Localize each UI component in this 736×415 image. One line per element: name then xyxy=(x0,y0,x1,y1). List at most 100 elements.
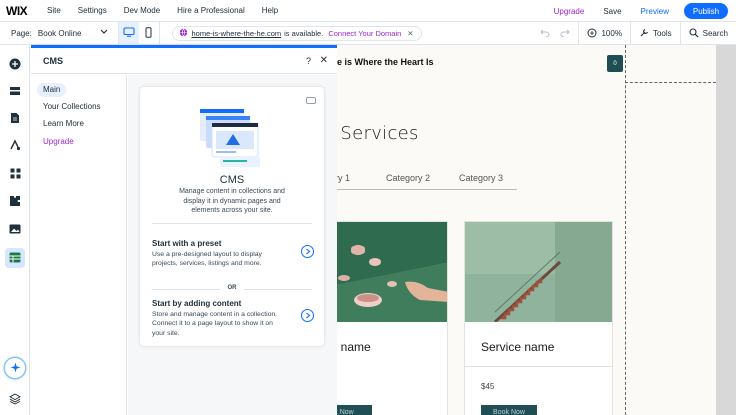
panel-nav: Main Your Collections Learn More Upgrade xyxy=(31,75,127,415)
panel-content: CMS Manage content in collections and di… xyxy=(128,75,337,415)
menu-hire-professional[interactable]: Hire a Professional xyxy=(177,6,245,15)
toolbar-right: 100% Tools Search xyxy=(532,22,736,45)
publish-button[interactable]: Publish xyxy=(684,3,728,19)
menu-site[interactable]: Site xyxy=(47,6,61,15)
url-bar[interactable]: home-is-where-the-he.com is available. C… xyxy=(171,25,422,41)
top-right-actions: Upgrade Save Preview Publish xyxy=(535,0,728,22)
design-button[interactable] xyxy=(5,136,25,156)
ai-assistant-button[interactable] xyxy=(5,358,25,378)
puzzle-icon xyxy=(9,195,21,209)
mobile-view-button[interactable] xyxy=(139,22,159,45)
mobile-icon xyxy=(145,26,152,40)
nav-upgrade[interactable]: Upgrade xyxy=(37,135,80,149)
add-section-button[interactable] xyxy=(5,82,25,102)
globe-icon xyxy=(179,28,188,39)
preset-option-title[interactable]: Start with a preset xyxy=(152,239,221,248)
desktop-view-button[interactable] xyxy=(118,21,139,45)
nav-learn-more[interactable]: Learn More xyxy=(37,117,90,131)
help-icon[interactable]: ? xyxy=(306,56,311,66)
close-icon[interactable]: ✕ xyxy=(407,29,413,38)
site-domain[interactable]: home-is-where-the-he.com xyxy=(192,29,282,38)
nav-your-collections[interactable]: Your Collections xyxy=(37,100,107,114)
video-icon[interactable] xyxy=(306,97,316,104)
undo-icon[interactable] xyxy=(540,29,550,39)
paint-icon xyxy=(9,139,21,153)
add-content-option-description: Store and manage content in a collection… xyxy=(152,311,278,337)
cart-count: 0 xyxy=(613,60,617,67)
category-tab-3[interactable]: Category 3 xyxy=(459,173,503,183)
site-title[interactable]: e is Where the Heart Is xyxy=(337,57,434,67)
zoom-control[interactable]: 100% xyxy=(578,22,629,45)
cart-icon[interactable]: 0 xyxy=(607,55,623,72)
upgrade-link[interactable]: Upgrade xyxy=(554,7,585,16)
service-price: $45 xyxy=(481,382,495,391)
redo-icon[interactable] xyxy=(560,29,571,39)
arrow-right-icon[interactable] xyxy=(301,245,314,258)
divider xyxy=(465,366,612,367)
page-label: Page: xyxy=(11,28,32,38)
layers-button[interactable] xyxy=(5,390,25,410)
cms-table-icon xyxy=(9,252,21,265)
service-name[interactable]: Service name xyxy=(481,340,554,354)
section-guide xyxy=(625,82,716,83)
pages-button[interactable] xyxy=(5,109,25,129)
menu-settings[interactable]: Settings xyxy=(78,6,107,15)
add-content-option-title[interactable]: Start by adding content xyxy=(152,299,241,308)
wix-logo[interactable]: WIX xyxy=(6,4,42,18)
page-toolbar: Page: Book Online home-is-where-the-he.c… xyxy=(0,21,736,45)
book-now-button[interactable]: Book Now xyxy=(481,405,537,415)
sections-icon xyxy=(9,86,21,98)
apps-button[interactable] xyxy=(5,164,25,184)
tools-icon xyxy=(639,28,649,40)
service-name[interactable]: vice name xyxy=(337,340,371,354)
save-button[interactable]: Save xyxy=(603,7,621,16)
search-icon xyxy=(689,27,699,40)
undo-redo xyxy=(532,22,578,45)
sparkle-icon xyxy=(10,362,21,375)
zoom-level: 100% xyxy=(601,29,622,38)
tools-button[interactable]: Tools xyxy=(629,22,680,45)
service-card[interactable]: vice name k Now xyxy=(337,221,448,415)
media-button[interactable] xyxy=(5,220,25,240)
services-heading[interactable]: ur Services xyxy=(337,123,419,144)
section-guide xyxy=(625,45,626,415)
book-now-button[interactable]: k Now xyxy=(337,405,372,415)
plus-circle-icon xyxy=(9,58,21,72)
or-label: OR xyxy=(227,285,237,291)
page-selector[interactable]: Book Online xyxy=(38,29,82,38)
search-label: Search xyxy=(702,29,728,38)
editor-canvas[interactable]: e is Where the Heart Is 0 ur Services go… xyxy=(337,45,736,415)
menu-help[interactable]: Help xyxy=(262,6,278,15)
chevron-down-icon[interactable] xyxy=(100,29,108,37)
apps-grid-icon xyxy=(10,168,21,181)
domain-status: is available. xyxy=(284,28,324,38)
connect-domain-link[interactable]: Connect Your Domain xyxy=(328,29,401,38)
card-description: Manage content in collections and displa… xyxy=(179,188,285,214)
panel-header: CMS ? ✕ xyxy=(31,48,337,74)
desktop-icon xyxy=(122,27,135,39)
preview-button[interactable]: Preview xyxy=(641,7,669,16)
category-tab-1[interactable]: gory 1 xyxy=(337,173,350,183)
site-page[interactable]: e is Where the Heart Is 0 ur Services go… xyxy=(337,45,716,415)
cms-intro-card: CMS Manage content in collections and di… xyxy=(140,87,324,346)
arrow-right-icon[interactable] xyxy=(301,309,314,322)
nav-main[interactable]: Main xyxy=(37,83,67,97)
divider xyxy=(152,223,312,224)
close-icon[interactable]: ✕ xyxy=(320,55,328,66)
business-apps-button[interactable] xyxy=(5,192,25,212)
canvas-margin xyxy=(716,45,736,415)
or-separator: OR xyxy=(152,285,312,293)
menu-dev-mode[interactable]: Dev Mode xyxy=(124,6,160,15)
page-icon xyxy=(10,112,20,126)
cms-illustration xyxy=(200,109,260,167)
add-elements-button[interactable] xyxy=(5,55,25,75)
cms-panel: CMS ? ✕ Main Your Collections Learn More… xyxy=(31,45,337,415)
category-underline xyxy=(337,189,517,190)
category-tab-2[interactable]: Category 2 xyxy=(386,173,430,183)
search-button[interactable]: Search xyxy=(679,22,736,45)
service-card[interactable]: Service name $45 Book Now xyxy=(464,221,613,415)
panel-title: CMS xyxy=(43,55,63,66)
cms-button[interactable] xyxy=(5,248,25,268)
image-icon xyxy=(9,224,21,236)
top-bar: WIX Site Settings Dev Mode Hire a Profes… xyxy=(0,0,736,22)
